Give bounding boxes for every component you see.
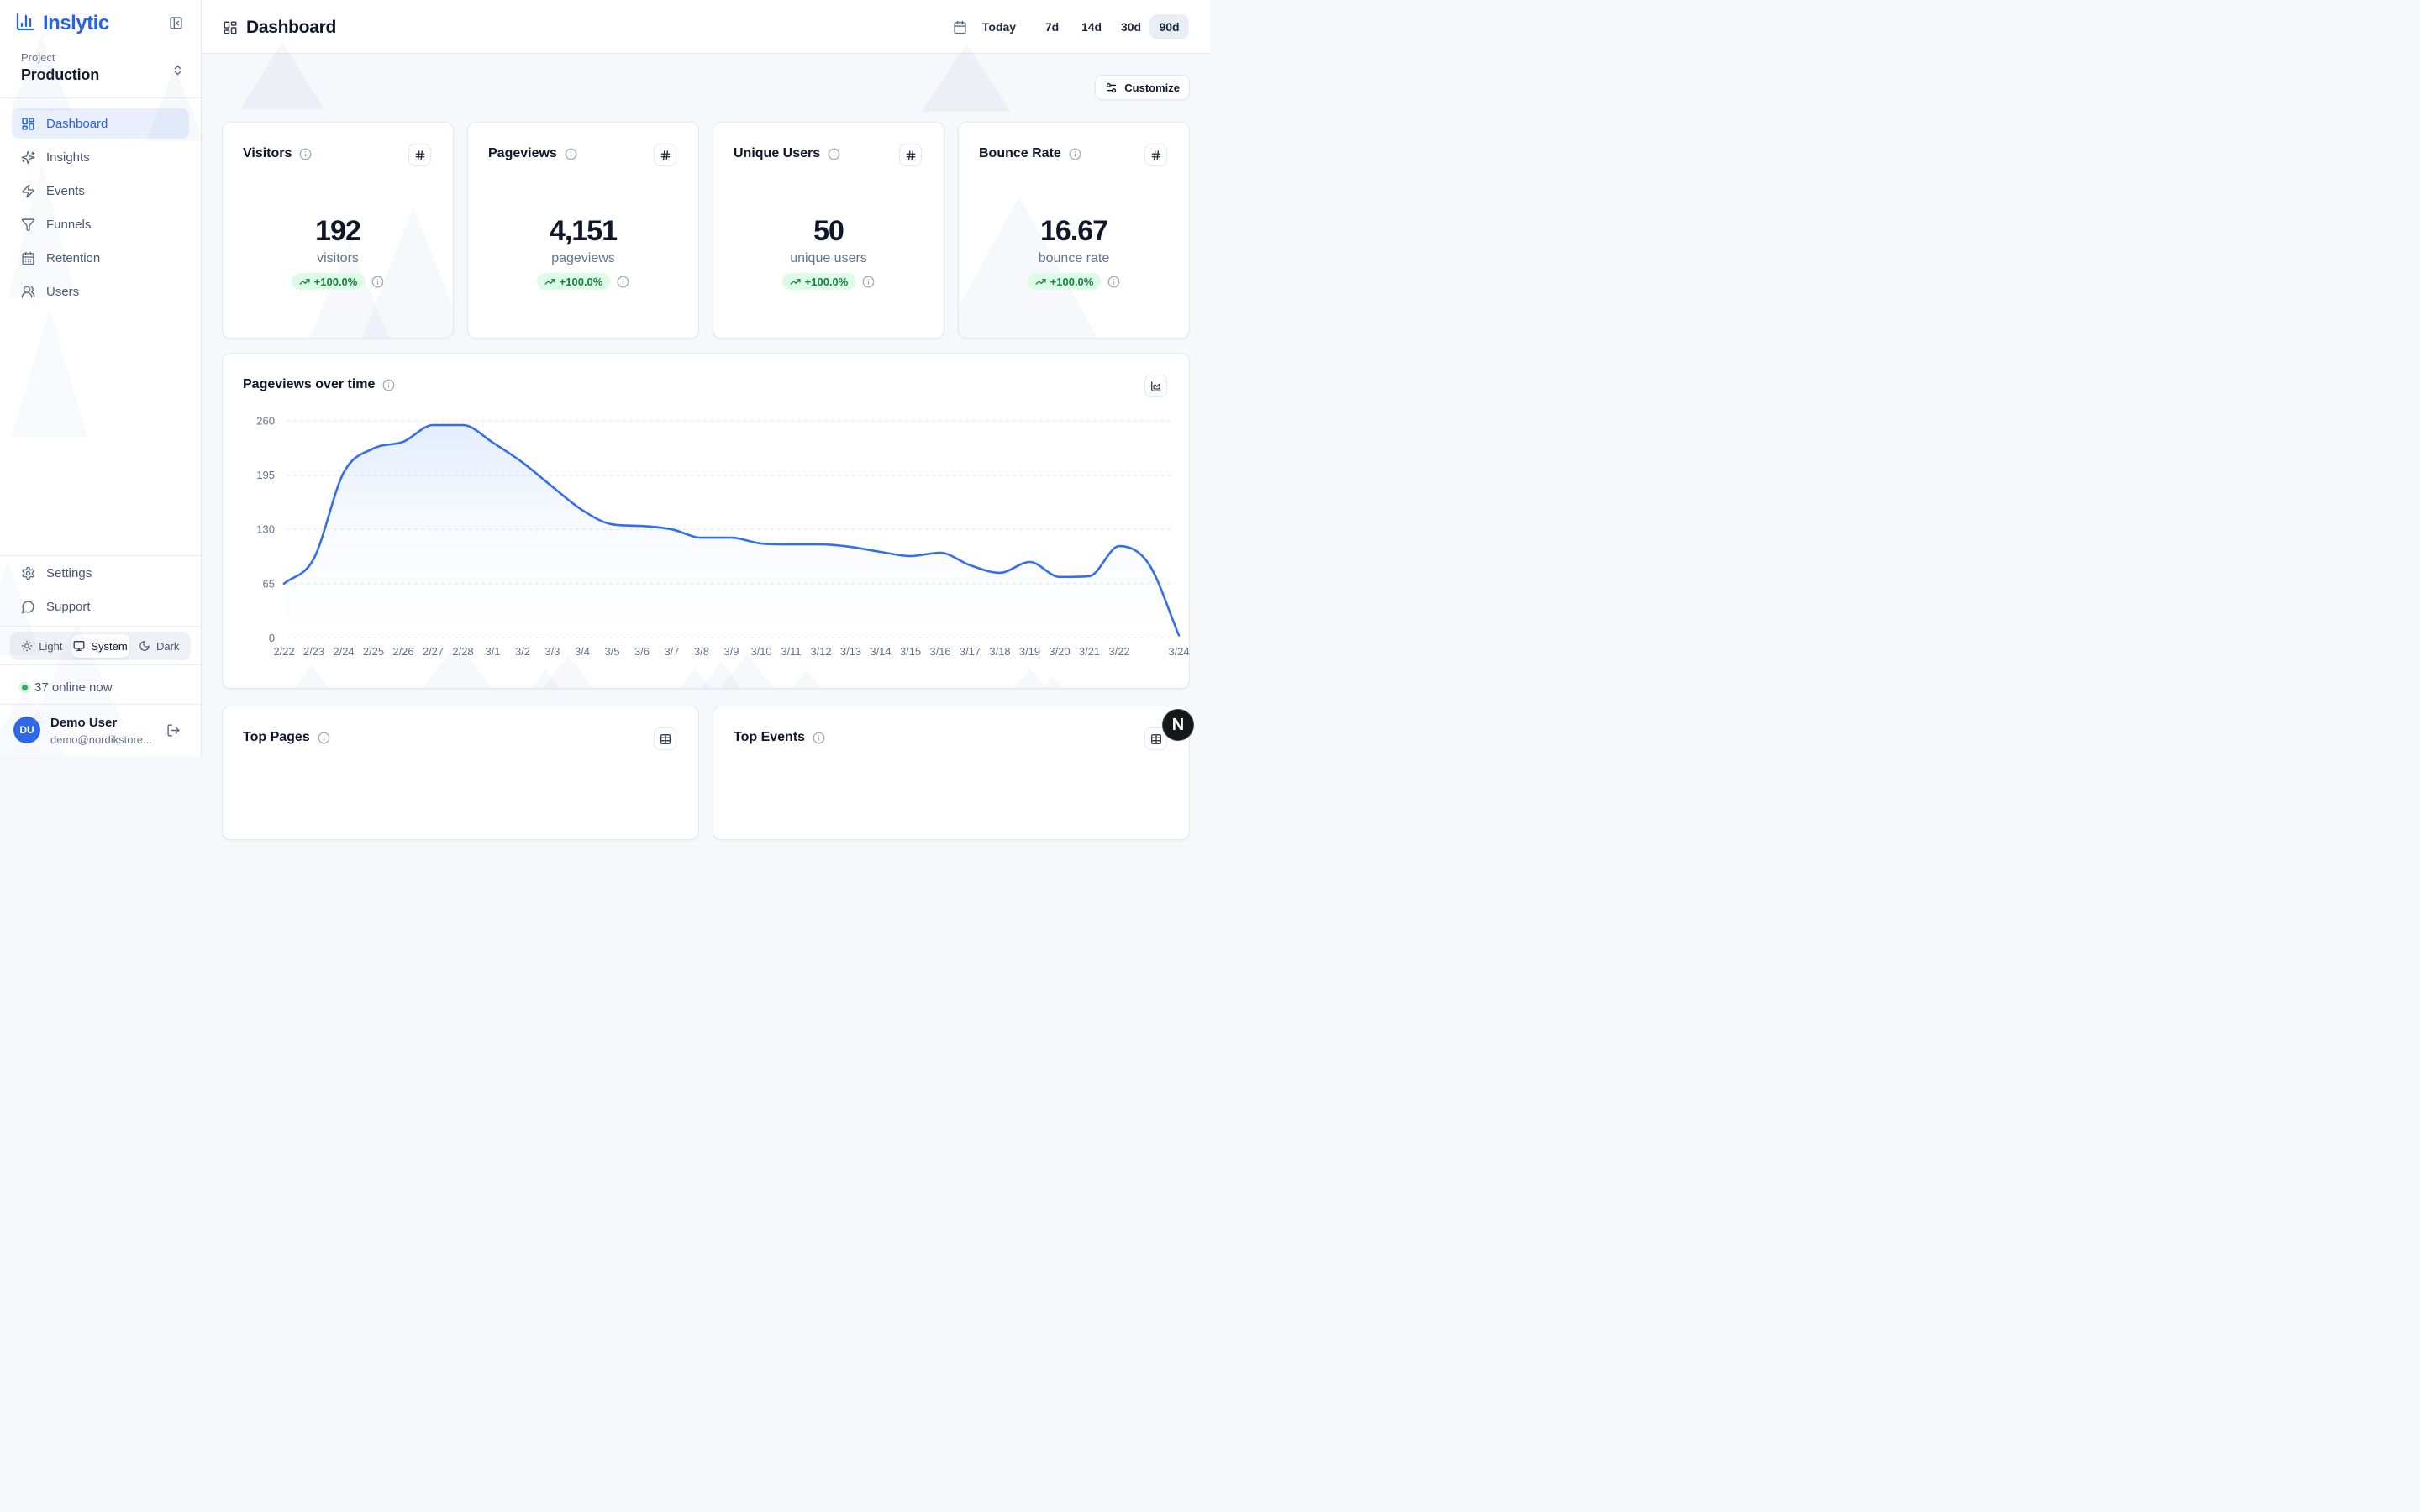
svg-text:3/12: 3/12 (810, 645, 831, 658)
svg-text:130: 130 (256, 523, 275, 536)
svg-text:3/14: 3/14 (870, 645, 891, 658)
svg-text:3/15: 3/15 (900, 645, 921, 658)
svg-text:195: 195 (256, 469, 275, 481)
svg-text:3/13: 3/13 (840, 645, 861, 658)
svg-text:2/26: 2/26 (392, 645, 413, 658)
svg-text:3/8: 3/8 (694, 645, 709, 658)
svg-text:3/11: 3/11 (781, 645, 801, 658)
svg-text:2/27: 2/27 (423, 645, 444, 658)
svg-text:3/17: 3/17 (960, 645, 981, 658)
svg-text:3/7: 3/7 (664, 645, 679, 658)
svg-text:2/24: 2/24 (333, 645, 354, 658)
svg-text:3/6: 3/6 (634, 645, 650, 658)
svg-text:3/21: 3/21 (1079, 645, 1100, 658)
svg-text:3/1: 3/1 (485, 645, 500, 658)
svg-text:2/28: 2/28 (452, 645, 473, 658)
svg-text:3/10: 3/10 (750, 645, 771, 658)
svg-text:3/3: 3/3 (544, 645, 560, 658)
svg-text:3/2: 3/2 (515, 645, 530, 658)
svg-text:3/24: 3/24 (1168, 645, 1189, 658)
svg-text:3/19: 3/19 (1019, 645, 1040, 658)
svg-text:2/22: 2/22 (273, 645, 294, 658)
svg-text:3/4: 3/4 (575, 645, 590, 658)
svg-text:3/5: 3/5 (604, 645, 619, 658)
svg-text:260: 260 (256, 415, 275, 428)
svg-text:0: 0 (269, 632, 275, 644)
svg-text:3/18: 3/18 (989, 645, 1010, 658)
svg-text:3/22: 3/22 (1108, 645, 1129, 658)
svg-text:2/25: 2/25 (363, 645, 384, 658)
svg-text:3/9: 3/9 (723, 645, 739, 658)
svg-text:3/16: 3/16 (929, 645, 950, 658)
svg-text:65: 65 (263, 577, 275, 590)
svg-text:2/23: 2/23 (303, 645, 324, 658)
svg-text:3/20: 3/20 (1049, 645, 1070, 658)
